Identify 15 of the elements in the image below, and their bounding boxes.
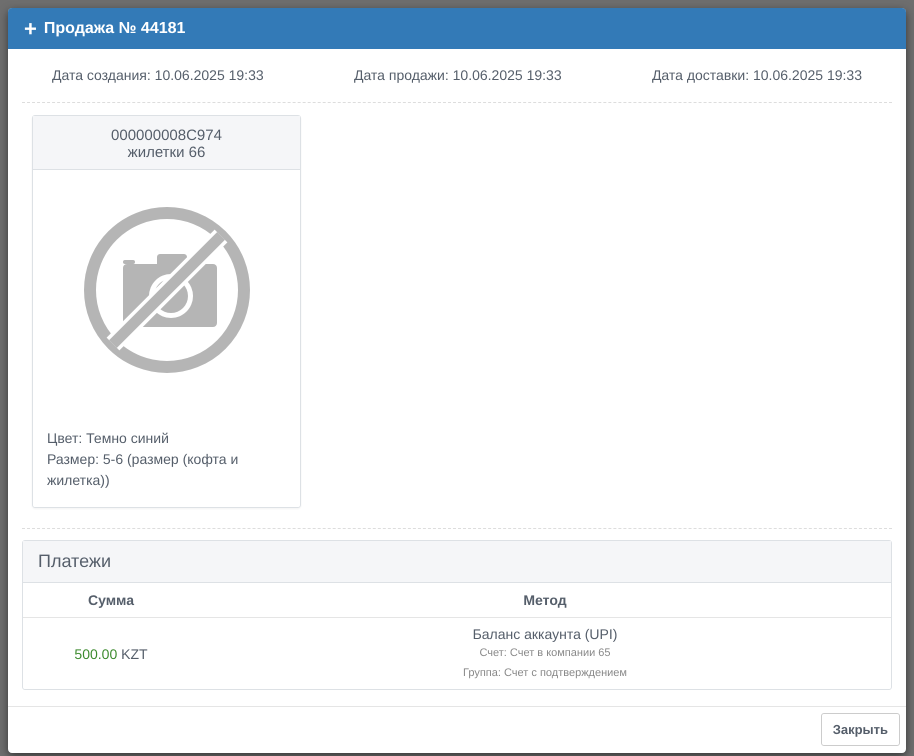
column-header: Метод — [199, 583, 891, 618]
product-attribute: Цвет: Темно синий — [47, 429, 170, 448]
plus-icon: + — [24, 18, 37, 40]
close-button[interactable]: Закрыть — [820, 713, 900, 746]
product-code: 000000008C974 — [111, 127, 222, 144]
date-text: Дата продажи: 10.06.2025 19:33 — [354, 67, 562, 83]
date-text: Дата создания: 10.06.2025 19:33 — [52, 67, 264, 83]
date-text: Дата доставки: 10.06.2025 19:33 — [652, 67, 862, 83]
amount-cell: 500.00 KZT — [23, 618, 199, 689]
panel-title: Платежи — [38, 551, 112, 571]
product-attribute: Размер: 5-6 (размер (кофта и жилетка)) — [47, 450, 240, 490]
column-header: Сумма — [23, 583, 199, 618]
modal-title: Продажа № 44181 — [44, 20, 186, 38]
method-cell: Баланс аккаунта (UPI) Счет: Счет в компании 65 Группа: Счет с подтверждением — [199, 618, 891, 689]
product-name: жилетки 66 — [128, 144, 206, 161]
